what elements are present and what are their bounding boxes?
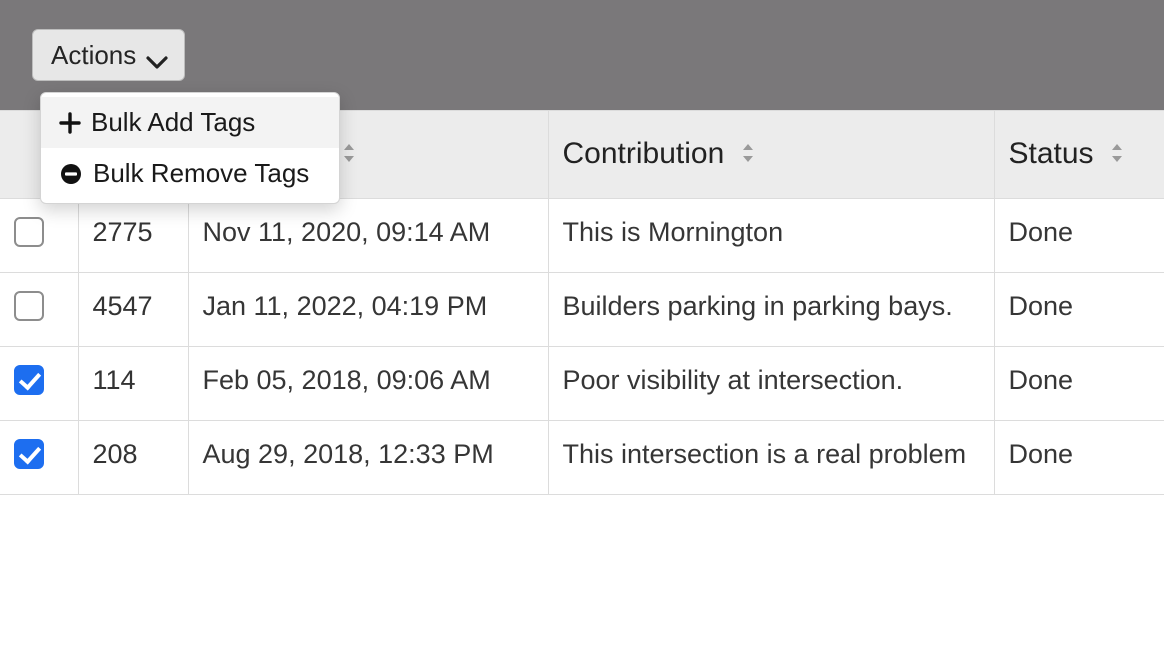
table-row: 208 Aug 29, 2018, 12:33 PM This intersec… <box>0 421 1164 495</box>
column-header-status[interactable]: Status <box>994 111 1164 199</box>
row-checkbox[interactable] <box>14 217 44 247</box>
row-checkbox[interactable] <box>14 439 44 469</box>
menu-item-label: Bulk Remove Tags <box>93 158 309 189</box>
sort-icon <box>340 138 358 171</box>
row-checkbox[interactable] <box>14 365 44 395</box>
table-row: 2775 Nov 11, 2020, 09:14 AM This is Morn… <box>0 199 1164 273</box>
plus-icon <box>59 112 81 134</box>
chevron-down-icon <box>146 48 166 62</box>
column-header-contribution[interactable]: Contribution <box>548 111 994 199</box>
cell-contribution: Poor visibility at intersection. <box>548 347 994 421</box>
table-body: 2775 Nov 11, 2020, 09:14 AM This is Morn… <box>0 199 1164 495</box>
column-header-label: Status <box>1009 137 1094 170</box>
actions-dropdown-menu: Bulk Add Tags Bulk Remove Tags <box>40 92 340 204</box>
cell-status: Done <box>994 199 1164 273</box>
menu-item-label: Bulk Add Tags <box>91 107 255 138</box>
actions-dropdown-button[interactable]: Actions <box>32 29 185 81</box>
cell-id: 114 <box>78 347 188 421</box>
table-row: 114 Feb 05, 2018, 09:06 AM Poor visibili… <box>0 347 1164 421</box>
minus-circle-icon <box>59 162 83 186</box>
sort-icon <box>739 138 757 171</box>
row-checkbox[interactable] <box>14 291 44 321</box>
cell-status: Done <box>994 347 1164 421</box>
sort-icon <box>1108 138 1126 171</box>
cell-id: 4547 <box>78 273 188 347</box>
cell-contribution: Builders parking in parking bays. <box>548 273 994 347</box>
table-row: 4547 Jan 11, 2022, 04:19 PM Builders par… <box>0 273 1164 347</box>
cell-submitted: Jan 11, 2022, 04:19 PM <box>188 273 548 347</box>
cell-status: Done <box>994 421 1164 495</box>
cell-submitted: Aug 29, 2018, 12:33 PM <box>188 421 548 495</box>
column-header-label: Contribution <box>563 137 725 170</box>
menu-item-bulk-remove-tags[interactable]: Bulk Remove Tags <box>41 148 339 199</box>
cell-contribution: This is Mornington <box>548 199 994 273</box>
cell-status: Done <box>994 273 1164 347</box>
cell-submitted: Feb 05, 2018, 09:06 AM <box>188 347 548 421</box>
actions-label: Actions <box>51 42 136 68</box>
cell-contribution: This intersection is a real problem <box>548 421 994 495</box>
cell-id: 2775 <box>78 199 188 273</box>
menu-item-bulk-add-tags[interactable]: Bulk Add Tags <box>41 97 339 148</box>
cell-submitted: Nov 11, 2020, 09:14 AM <box>188 199 548 273</box>
cell-id: 208 <box>78 421 188 495</box>
